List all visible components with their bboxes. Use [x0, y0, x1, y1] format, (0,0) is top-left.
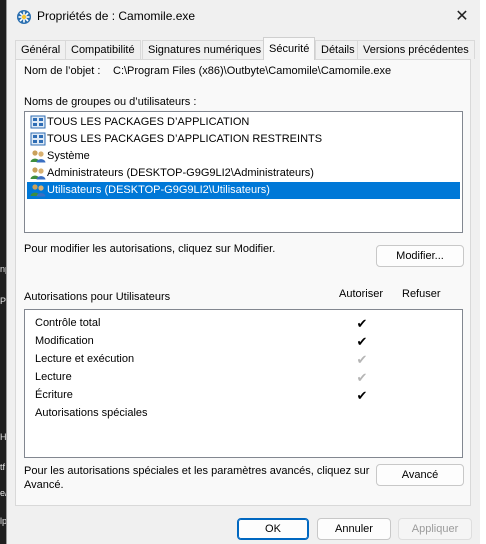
- background-text: tf: [0, 462, 6, 472]
- advanced-hint-line1: Pour les autorisations spéciales et les …: [24, 465, 370, 477]
- tab-digital-signatures[interactable]: Signatures numériques: [142, 40, 268, 59]
- users-icon: [30, 167, 46, 180]
- tab-security[interactable]: Sécurité: [263, 37, 316, 60]
- list-item-administrators[interactable]: Administrateurs (DESKTOP-G9G9LI2\Adminis…: [27, 165, 460, 182]
- app-package-icon: [30, 132, 46, 146]
- modify-hint: Pour modifier les autorisations, cliquez…: [24, 243, 276, 255]
- window-title: Propriétés de : Camomile.exe: [37, 9, 196, 23]
- list-item-label: Système: [47, 150, 90, 162]
- allow-check-icon: ✔: [356, 388, 368, 403]
- allow-check-icon: ✔: [356, 370, 368, 385]
- allow-check-icon: ✔: [356, 334, 368, 349]
- camomile-app-icon: [17, 10, 31, 24]
- list-item-label: TOUS LES PACKAGES D’APPLICATION RESTREIN…: [47, 133, 323, 145]
- app-package-icon: [30, 115, 46, 129]
- cancel-button[interactable]: Annuler: [317, 518, 391, 540]
- close-button[interactable]: ✕: [447, 2, 477, 30]
- permission-row-read: Lecture: [35, 368, 72, 386]
- list-item-label: TOUS LES PACKAGES D’APPLICATION: [47, 116, 250, 128]
- properties-dialog: Propriétés de : Camomile.exe ✕ Général C…: [6, 0, 481, 544]
- close-icon: ✕: [455, 8, 469, 25]
- groups-label: Noms de groupes ou d’utilisateurs :: [24, 96, 197, 108]
- permission-row-read-execute: Lecture et exécution: [35, 350, 134, 368]
- list-item-all-app-packages[interactable]: TOUS LES PACKAGES D’APPLICATION: [27, 114, 460, 131]
- permission-label: Modification: [35, 335, 94, 347]
- desktop-background: [480, 0, 486, 544]
- tab-details[interactable]: Détails: [315, 40, 361, 59]
- permission-label: Autorisations spéciales: [35, 407, 148, 419]
- users-icon: [30, 184, 46, 197]
- advanced-hint-line2: Avancé.: [24, 479, 64, 491]
- modify-button[interactable]: Modifier...: [376, 245, 464, 267]
- object-name-label: Nom de l’objet :: [24, 65, 101, 77]
- tab-previous-versions[interactable]: Versions précédentes: [357, 40, 475, 59]
- permission-row-special: Autorisations spéciales: [35, 404, 148, 422]
- title-bar: Propriétés de : Camomile.exe ✕: [7, 0, 481, 34]
- list-item-label: Administrateurs (DESKTOP-G9G9LI2\Adminis…: [47, 167, 314, 179]
- ok-button[interactable]: OK: [237, 518, 309, 540]
- allow-column-header: Autoriser: [339, 288, 384, 300]
- permission-row-modify: Modification: [35, 332, 94, 350]
- permissions-title: Autorisations pour Utilisateurs: [24, 291, 171, 303]
- groups-list[interactable]: TOUS LES PACKAGES D’APPLICATION TOUS LES…: [24, 111, 463, 233]
- tab-general[interactable]: Général: [15, 40, 67, 59]
- list-item-system[interactable]: Système: [27, 148, 460, 165]
- permission-label: Écriture: [35, 389, 73, 401]
- permission-row-full-control: Contrôle total: [35, 314, 100, 332]
- advanced-button[interactable]: Avancé: [376, 464, 464, 486]
- permissions-list[interactable]: Contrôle total Modification Lecture et e…: [24, 309, 463, 458]
- list-item-label: Utilisateurs (DESKTOP-G9G9LI2\Utilisateu…: [47, 184, 270, 196]
- permission-row-write: Écriture: [35, 386, 73, 404]
- users-icon: [30, 150, 46, 163]
- permission-label: Lecture et exécution: [35, 353, 135, 365]
- permission-label: Contrôle total: [35, 317, 101, 329]
- apply-button[interactable]: Appliquer: [398, 518, 472, 540]
- allow-check-icon: ✔: [356, 316, 368, 331]
- list-item-users[interactable]: Utilisateurs (DESKTOP-G9G9LI2\Utilisateu…: [27, 182, 460, 199]
- object-path: C:\Program Files (x86)\Outbyte\Camomile\…: [113, 65, 392, 77]
- allow-check-icon: ✔: [356, 352, 368, 367]
- deny-column-header: Refuser: [402, 288, 441, 300]
- list-item-restricted-app-packages[interactable]: TOUS LES PACKAGES D’APPLICATION RESTREIN…: [27, 131, 460, 148]
- tab-compatibility[interactable]: Compatibilité: [65, 40, 141, 59]
- permission-label: Lecture: [35, 371, 72, 383]
